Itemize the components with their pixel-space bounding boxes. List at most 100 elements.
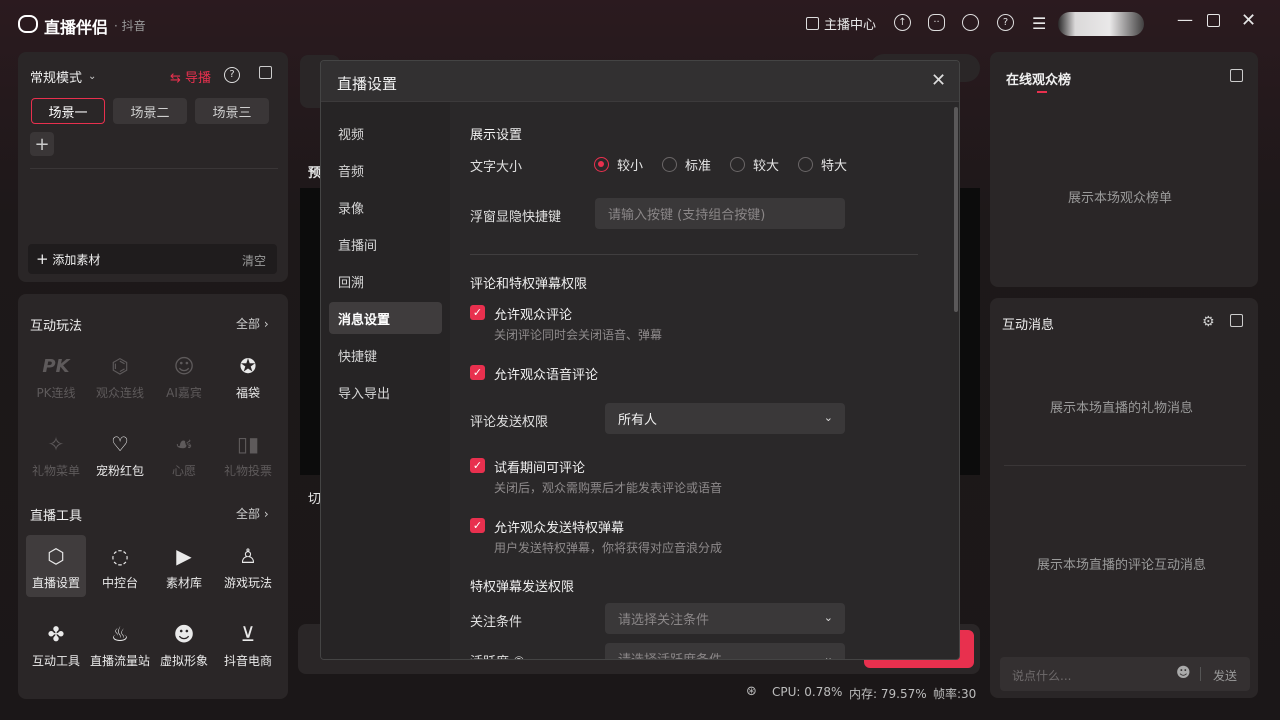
audience-title: 在线观众榜 [1006,73,1072,88]
mode-dropdown[interactable]: 常规模式 ⌄ [30,67,96,86]
add-material-button[interactable]: + 添加素材 [36,250,100,268]
popout-icon[interactable] [259,66,272,79]
hotkey-label: 浮窗显隐快捷键 [470,210,562,225]
wish-button[interactable]: ☙ 心愿 [154,430,214,479]
gamepad-button[interactable]: ·· [928,14,945,31]
font-size-small-radio[interactable]: 较小 [594,155,643,174]
send-perm-select[interactable]: 所有人 ⌄ [605,403,845,434]
radio-dot [730,157,745,172]
interactive-all-label: 全部 [236,317,261,331]
avatar-button[interactable]: ☻ 虚拟形象 [154,620,214,669]
allow-privilege-desc: 用户发送特权弹幕，你将获得对应音浪分成 [494,541,723,555]
trial-comment-label: 试看期间可评论 [494,461,586,476]
pk-icon: PK [42,355,70,377]
link-icon: ⌬ [111,354,129,378]
nav-recording[interactable]: 录像 [329,191,442,223]
nav-replay[interactable]: 回溯 [329,265,442,297]
messages-panel [990,298,1258,698]
font-size-xlarge-radio[interactable]: 特大 [798,155,847,174]
interact-tools-button[interactable]: ✤ 互动工具 [26,620,86,669]
nav-live-room[interactable]: 直播间 [329,228,442,260]
settings-content: 展示设置 文字大小 较小 标准 较大 特大 浮窗显隐快捷键 请输入按键 (支持组… [450,102,959,660]
close-window-button[interactable]: ✕ [1241,10,1256,31]
broadcast-center-label: 主播中心 [824,18,877,33]
ecommerce-button[interactable]: ⊻ 抖音电商 [218,620,278,669]
send-button[interactable]: 发送 [1213,667,1237,684]
popout-icon[interactable] [1230,69,1243,82]
pk-button[interactable]: PK PK连线 [26,352,86,401]
nav-video[interactable]: 视频 [329,117,442,149]
gift-menu-button[interactable]: ✧ 礼物菜单 [26,430,86,479]
interactive-all-link[interactable]: 全部 › [236,315,269,332]
emoji-icon[interactable]: ☻ [1176,665,1191,681]
maximize-button[interactable] [1207,12,1220,31]
settings-icon[interactable]: ⚙ [1202,314,1215,330]
material-library-button[interactable]: ▶ 素材库 [154,542,214,591]
guide-button[interactable]: ⇆ 导播 [170,67,211,86]
popout-icon[interactable] [1230,314,1243,327]
upload-button[interactable]: ↑ [894,14,911,31]
user-avatar[interactable] [1058,12,1144,36]
scene-tab-1[interactable]: 场景一 [31,98,105,124]
nav-message-settings[interactable]: 消息设置 [329,302,442,334]
font-size-standard-radio[interactable]: 标准 [662,155,711,174]
trial-comment-checkbox[interactable]: ✓ [470,458,485,473]
chat-button[interactable] [962,14,979,31]
chat-input-box[interactable]: 说点什么... ☻ 发送 [1000,657,1250,691]
nav-import-export[interactable]: 导入导出 [329,376,442,408]
hotkey-input[interactable]: 请输入按键 (支持组合按键) [595,198,845,229]
control-center-button[interactable]: ◌ 中控台 [90,542,150,591]
tools-all-link[interactable]: 全部 › [236,505,269,522]
live-settings-label: 直播设置 [31,576,80,590]
scene-tab-2[interactable]: 场景二 [113,98,187,124]
chevron-down-icon: ⌄ [823,651,833,660]
add-scene-button[interactable]: + [30,132,54,156]
game-play-button[interactable]: ♙ 游戏玩法 [218,542,278,591]
scene-tab-3[interactable]: 场景三 [195,98,269,124]
fps-status: 帧率:30 [933,687,977,701]
menu-button[interactable]: ☰ [1032,14,1046,33]
nav-audio[interactable]: 音频 [329,154,442,186]
divider [1004,465,1246,466]
fan-redpacket-button[interactable]: ♡ 宠粉红包 [90,430,150,479]
help-button[interactable]: ? [997,14,1014,31]
tools-title: 直播工具 [30,509,83,524]
material-library-label: 素材库 [165,576,202,590]
font-size-label: 文字大小 [470,160,523,175]
wish-label: 心愿 [171,464,196,478]
radio-dot [662,157,677,172]
follow-select[interactable]: 请选择关注条件 ⌄ [605,603,845,634]
help-icon: ? [997,14,1014,31]
broadcast-center-button[interactable]: 主播中心 [806,14,876,33]
chat-input[interactable]: 说点什么... [1012,667,1071,684]
flame-icon: ♨ [111,622,129,646]
audience-link-button[interactable]: ⌬ 观众连线 [90,352,150,401]
minimize-button[interactable]: — [1177,10,1193,29]
scrollbar[interactable] [954,107,958,312]
font-size-large-radio[interactable]: 较大 [730,155,779,174]
traffic-station-button[interactable]: ♨ 直播流量站 [90,620,150,669]
allow-voice-checkbox[interactable]: ✓ [470,365,485,380]
lucky-bag-button[interactable]: ✪ 福袋 [218,352,278,401]
gift-vote-button[interactable]: ▯▮ 礼物投票 [218,430,278,479]
folder-play-icon: ▶ [176,544,192,568]
live-settings-button[interactable]: ⬡ 直播设置 [26,542,86,591]
nav-hotkeys[interactable]: 快捷键 [329,339,442,371]
ai-guest-label: AI嘉宾 [166,386,202,400]
radio-dot [594,157,609,172]
allow-comment-label: 允许观众评论 [494,308,573,323]
maximize-icon [1207,14,1220,27]
allow-privilege-label: 允许观众发送特权弹幕 [494,521,625,536]
material-bar: + 添加素材 清空 [28,244,277,274]
ai-guest-button[interactable]: ☺ AI嘉宾 [154,352,214,401]
close-icon[interactable]: ✕ [931,70,946,91]
red-packet-icon: ♡ [111,432,129,456]
clear-button[interactable]: 清空 [242,252,266,269]
allow-privilege-checkbox[interactable]: ✓ [470,518,485,533]
help-icon[interactable]: ? [224,67,240,83]
allow-comment-checkbox[interactable]: ✓ [470,305,485,320]
allow-comment-desc: 关闭评论同时会关闭语音、弹幕 [494,328,663,342]
activity-select[interactable]: 请选择活跃度条件 ⌄ [605,643,845,660]
comment-section-title: 评论和特权弹幕权限 [470,277,588,292]
radio-label: 特大 [821,159,848,174]
